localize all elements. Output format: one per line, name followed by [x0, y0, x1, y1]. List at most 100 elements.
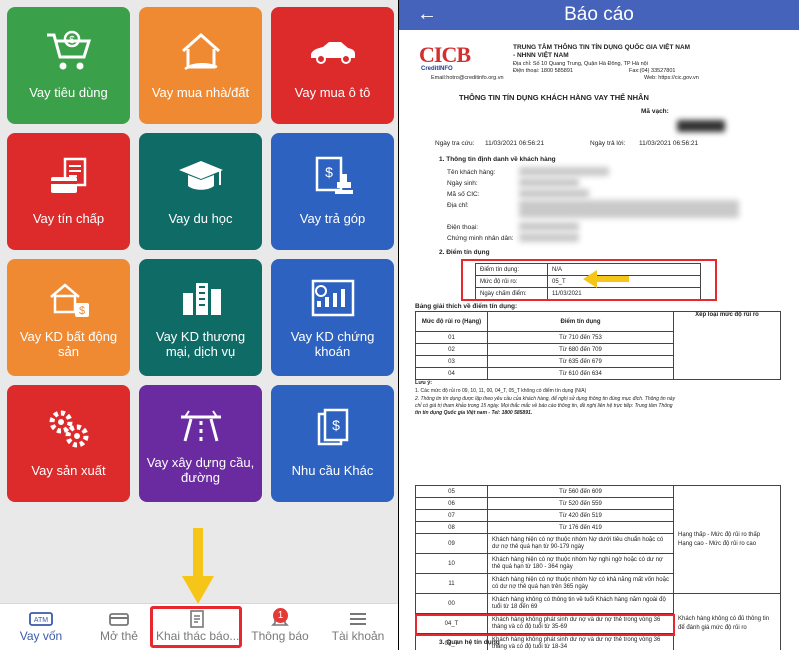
table-cell: 08 [415, 521, 488, 534]
tile-label: Vay du học [168, 211, 233, 226]
tile-vay-mua-nha-dat[interactable]: Vay mua nhà/đất [139, 7, 262, 124]
table-cell: 05 [415, 485, 488, 498]
credit-report-document: CICB CreditINFO TRUNG TÂM THÔNG TIN TÍN … [399, 30, 799, 650]
card-icon [84, 610, 154, 628]
classification-cell: Khách hàng không có đủ thông tin để đánh… [673, 593, 781, 650]
table-cell: Từ 635 đến 679 [487, 355, 674, 368]
tile-vay-kd-thuong-mai[interactable]: Vay KD thương mại, dịch vụ [139, 259, 262, 376]
table-cell: Từ 176 đến 419 [487, 521, 674, 534]
tile-vay-mua-o-to[interactable]: Vay mua ô tô [271, 7, 394, 124]
tab-vay-von[interactable]: ATM Vay vốn [5, 604, 77, 650]
ma-vach-label: Mã vạch: [641, 108, 669, 115]
atm-icon: ATM [5, 610, 77, 628]
table-cell: Khách hàng không có thông tin về tuổi Kh… [487, 593, 674, 614]
section-2-heading: 2. Điểm tín dụng [439, 249, 490, 256]
table-cell: 10 [415, 553, 488, 574]
buildings-icon [139, 273, 262, 325]
table-cell: 07 [415, 509, 488, 522]
shopping-cart-icon: $ [7, 25, 130, 77]
section-3-heading: 3. Quan hệ tín dụng [439, 639, 500, 646]
redacted-value [519, 189, 589, 198]
org-address: Địa chỉ: Số 10 Quang Trung, Quận Hà Đông… [513, 61, 648, 67]
tile-vay-kd-chung-khoan[interactable]: Vay KD chứng khoán [271, 259, 394, 376]
field-ten-khach-hang: Tên khách hàng: [447, 169, 496, 176]
tile-vay-xay-dung[interactable]: Vay xây dựng cầu, đường [139, 385, 262, 502]
tab-label: Vay vốn [19, 629, 63, 643]
tile-label: Vay KD bất động sản [19, 329, 118, 359]
ngay-tra-cuu-label: Ngày tra cứu: [435, 140, 475, 147]
org-web: Web: https://cic.gov.vn [644, 75, 699, 81]
field-cmnd: Chứng minh nhân dân: [447, 235, 514, 242]
tab-tai-khoan[interactable]: Tài khoản [322, 604, 394, 650]
table-title: Bảng giải thích về điểm tín dụng: [415, 303, 518, 310]
note-1: 1. Các mức độ rủi ro 09, 10, 11, 00, 04_… [415, 388, 587, 394]
tab-thong-bao[interactable]: 1 Thông báo [244, 604, 316, 650]
tile-label: Vay mua nhà/đất [151, 85, 250, 100]
arrow-left-icon [583, 270, 629, 288]
tab-label: Mở thẻ [100, 629, 138, 643]
tile-vay-du-hoc[interactable]: Vay du học [139, 133, 262, 250]
bill-card-icon [7, 151, 130, 203]
tab-mo-the[interactable]: Mở thẻ [84, 604, 154, 650]
notes-title: Lưu ý: [415, 380, 433, 386]
tile-label: Vay xây dựng cầu, đường [146, 455, 255, 485]
report-header: ← Báo cáo [399, 0, 799, 30]
org-name-2: - NHNN VIỆT NAM [513, 52, 569, 59]
field-ngay-sinh: Ngày sinh: [447, 180, 478, 187]
table-cell: 09 [415, 533, 488, 554]
redacted-value [519, 167, 609, 176]
redacted-value [519, 222, 579, 231]
table-cell: Khách hàng hiện có nợ thuộc nhóm Nợ dưới… [487, 533, 674, 554]
tile-vay-tra-gop[interactable]: $ Vay trả góp [271, 133, 394, 250]
right-phone-screen: ← Báo cáo CICB CreditINFO TRUNG TÂM THÔN… [399, 0, 799, 650]
tile-vay-san-xuat[interactable]: Vay sản xuất [7, 385, 130, 502]
ngay-tra-loi-label: Ngày trả lời: [590, 140, 626, 147]
tile-nhu-cau-khac[interactable]: $ Nhu cầu Khác [271, 385, 394, 502]
tile-label: Vay sản xuất [31, 463, 106, 478]
redacted-value [519, 233, 579, 242]
table-cell: 04 [415, 367, 488, 380]
page-title: Báo cáo [564, 4, 634, 25]
table-cell: Từ 610 đến 634 [487, 367, 674, 380]
org-phone: Điện thoại: 1800 585891 [513, 68, 573, 74]
report-title: THÔNG TIN TÍN DỤNG KHÁCH HÀNG VAY THỂ NH… [459, 93, 649, 102]
table-cell: Khách hàng hiện có nợ thuộc nhóm Nợ có k… [487, 573, 674, 594]
cic-logo-sub: CreditINFO [421, 66, 453, 72]
org-fax: Fax:(04) 33527801 [629, 68, 676, 74]
table-cell: 06 [415, 497, 488, 510]
house-icon [139, 25, 262, 77]
tab-label: Thông báo [251, 629, 309, 643]
tile-label: Vay tiêu dùng [29, 85, 108, 100]
table-header: Điểm tín dụng [487, 311, 674, 332]
table-cell: Từ 520 đến 559 [487, 497, 674, 510]
svg-text:$: $ [332, 417, 340, 433]
tile-label: Vay mua ô tô [294, 85, 371, 100]
note-2: 2. Thông tin tín dụng được lập theo yêu … [415, 396, 676, 402]
car-icon [271, 25, 394, 77]
row-highlight-box [415, 614, 675, 636]
cic-logo: CICB [419, 42, 471, 67]
tile-vay-kd-bat-dong-san[interactable]: $ Vay KD bất động sản [7, 259, 130, 376]
document-stamp-icon: $ [271, 151, 394, 203]
svg-text:ATM: ATM [34, 617, 48, 624]
tile-label: Vay KD chứng khoán [290, 329, 375, 359]
field-dien-thoai: Điện thoại: [447, 224, 479, 231]
ngay-tra-cuu: 11/03/2021 06:56:21 [485, 140, 545, 147]
svg-text:$: $ [325, 164, 333, 180]
table-header: Mức độ rủi ro (Hạng) [415, 311, 488, 332]
tile-vay-tin-chap[interactable]: Vay tín chấp [7, 133, 130, 250]
left-phone-screen: $ Vay tiêu dùng Vay mua nhà/đất Vay mua … [0, 0, 398, 650]
highlight-box [150, 606, 242, 648]
redacted-value [519, 178, 579, 187]
menu-icon [322, 610, 394, 628]
arrow-down-icon [182, 528, 214, 604]
tile-vay-tieu-dung[interactable]: $ Vay tiêu dùng [7, 7, 130, 124]
field-dia-chi: Địa chỉ: [447, 202, 469, 209]
table-cell: Từ 560 đến 609 [487, 485, 674, 498]
documents-icon: $ [271, 403, 394, 455]
svg-text:$: $ [78, 305, 84, 317]
org-name-1: TRUNG TÂM THÔNG TIN TÍN DỤNG QUỐC GIA VI… [513, 44, 691, 51]
road-icon [139, 399, 262, 451]
table-cell: 03 [415, 355, 488, 368]
tab-label: Tài khoản [331, 629, 385, 643]
